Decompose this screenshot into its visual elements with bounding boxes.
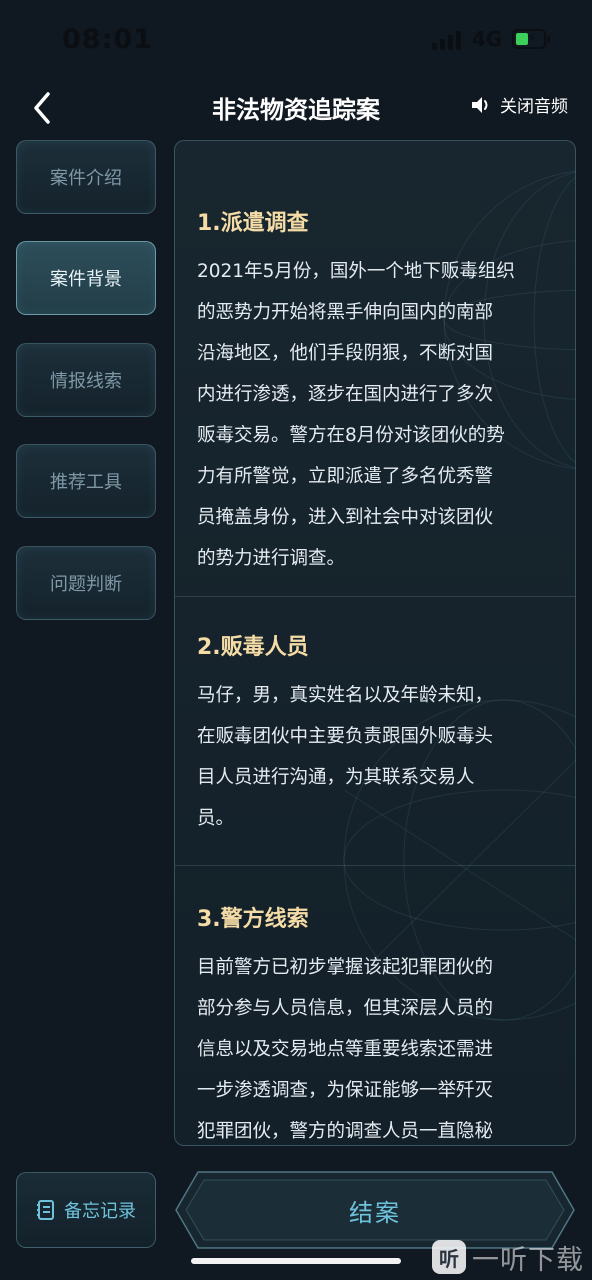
text-line: 马仔，男，真实姓名以及年龄未知， (197, 685, 494, 706)
section-title: 3.警方线索 (197, 907, 309, 932)
text-line: 目前警方已初步掌握该起犯罪团伙的 (197, 957, 494, 978)
text-line: 贩毒交易。警方在8月份对该团伙的势 (197, 425, 505, 446)
watermark-text: 一听下载 (472, 1244, 584, 1276)
audio-toggle-button[interactable]: 关闭音频 (470, 92, 568, 117)
section-body: 目前警方已初步掌握该起犯罪团伙的 部分参与人员信息，但其深层人员的 信息以及交易… (197, 947, 547, 1145)
sidebar-item-label: 案件背景 (50, 269, 122, 290)
text-line: 沿海地区，他们手段阴狠，不断对国 (197, 343, 494, 364)
audio-toggle-label: 关闭音频 (500, 97, 568, 117)
battery-icon: ⚡ (512, 29, 550, 49)
sidebar-item-label: 情报线索 (50, 371, 122, 392)
memo-button[interactable]: 备忘记录 (16, 1172, 156, 1248)
section-body: 马仔，男，真实姓名以及年龄未知， 在贩毒团伙中主要负责跟国外贩毒头 目人员进行沟… (197, 675, 547, 839)
text-line: 内进行渗透，逐步在国内进行了多次 (197, 384, 494, 405)
status-bar: 08:01 4G ⚡ (0, 0, 592, 80)
text-line: 2021年5月份，国外一个地下贩毒组织 (197, 261, 515, 282)
sidebar-item-case-background[interactable]: 案件背景 (16, 241, 156, 315)
case-background-panel[interactable]: 1.派遣调查 2021年5月份，国外一个地下贩毒组织 的恶势力开始将黑手伸向国内… (174, 140, 576, 1146)
sidebar-item-label: 问题判断 (50, 574, 122, 595)
speaker-icon (472, 96, 488, 113)
text-line: 目人员进行沟通，为其联系交易人 (197, 767, 475, 788)
sidebar-item-label: 案件介绍 (50, 168, 122, 189)
text-line: 员掩盖身份，进入到社会中对该团伙 (197, 507, 494, 528)
status-time: 08:01 (62, 24, 153, 55)
section-body: 2021年5月份，国外一个地下贩毒组织 的恶势力开始将黑手伸向国内的南部 沿海地… (197, 251, 547, 579)
text-line: 的恶势力开始将黑手伸向国内的南部 (197, 302, 494, 323)
memo-label: 备忘记录 (64, 1201, 136, 1222)
text-line: 力有所警觉，立即派遣了多名优秀警 (197, 466, 494, 487)
sidebar-item-recommended-tools[interactable]: 推荐工具 (16, 444, 156, 518)
home-indicator[interactable] (191, 1258, 401, 1264)
sidebar-item-label: 推荐工具 (50, 472, 122, 493)
text-line: 信息以及交易地点等重要线索还需进 (197, 1039, 494, 1060)
text-line: 员。 (197, 808, 235, 829)
sidebar-item-case-intro[interactable]: 案件介绍 (16, 140, 156, 214)
notebook-icon (37, 1200, 54, 1220)
section-divider (175, 865, 575, 866)
signal-icon (432, 30, 464, 50)
text-line: 一步渗透调查，为保证能够一举歼灭 (197, 1080, 494, 1101)
header: 非法物资追踪案 关闭音频 (0, 80, 592, 136)
section-title: 1.派遣调查 (197, 211, 309, 236)
watermark-logo: 听 (432, 1240, 466, 1274)
text-line: 犯罪团伙，警方的调查人员一直隐秘 (197, 1121, 494, 1142)
text-line: 的势力进行调查。 (197, 548, 346, 569)
text-line: 部分参与人员信息，但其深层人员的 (197, 998, 494, 1019)
text-line: 在贩毒团伙中主要负责跟国外贩毒头 (197, 726, 494, 747)
section-divider (175, 596, 575, 597)
watermark: 听 一听下载 (432, 1234, 592, 1280)
section-title: 2.贩毒人员 (197, 635, 309, 660)
sidebar-item-question-judgment[interactable]: 问题判断 (16, 546, 156, 620)
network-label: 4G (472, 27, 503, 51)
sidebar-item-intel-clues[interactable]: 情报线索 (16, 343, 156, 417)
